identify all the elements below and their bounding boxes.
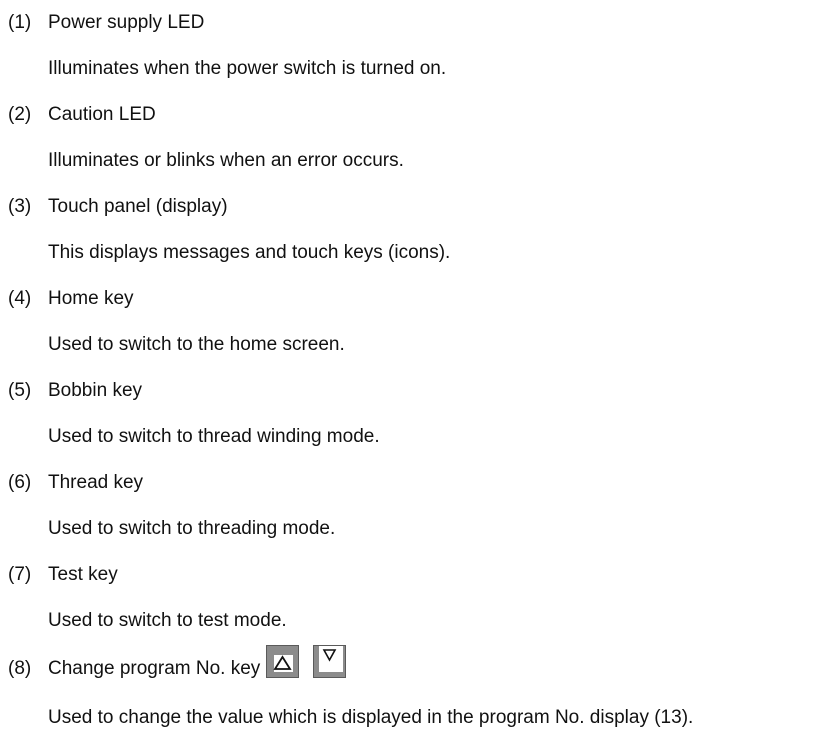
item-number: (8) [8,658,32,679]
triangle-down-icon [313,645,346,678]
item-title: Power supply LED [48,12,205,33]
item-number: (2) [8,104,32,125]
item-number: (1) [8,12,32,33]
item-description: Illuminates when the power switch is tur… [48,58,447,79]
item-number: (5) [8,380,32,401]
item-title: Touch panel (display) [48,196,228,217]
program-number-keys [266,645,346,678]
item-title: Change program No. key [48,658,261,679]
item-title: Home key [48,288,134,309]
item-number: (7) [8,564,32,585]
triangle-up-icon [266,645,299,678]
item-description: Used to switch to test mode. [48,610,287,631]
item-title: Bobbin key [48,380,143,401]
item-description: Used to switch to threading mode. [48,518,336,539]
item-description: Illuminates or blinks when an error occu… [48,150,404,171]
item-title: Thread key [48,472,144,493]
item-number: (6) [8,472,32,493]
item-description: Used to switch to the home screen. [48,334,345,355]
item-description: Used to change the value which is displa… [48,707,694,728]
item-description: Used to switch to thread winding mode. [48,426,380,447]
document-page: (1) Power supply LED Illuminates when th… [0,0,830,740]
item-number: (3) [8,196,32,217]
item-number: (4) [8,288,32,309]
item-title: Test key [48,564,118,585]
item-description: This displays messages and touch keys (i… [48,242,451,263]
item-title: Caution LED [48,104,156,125]
